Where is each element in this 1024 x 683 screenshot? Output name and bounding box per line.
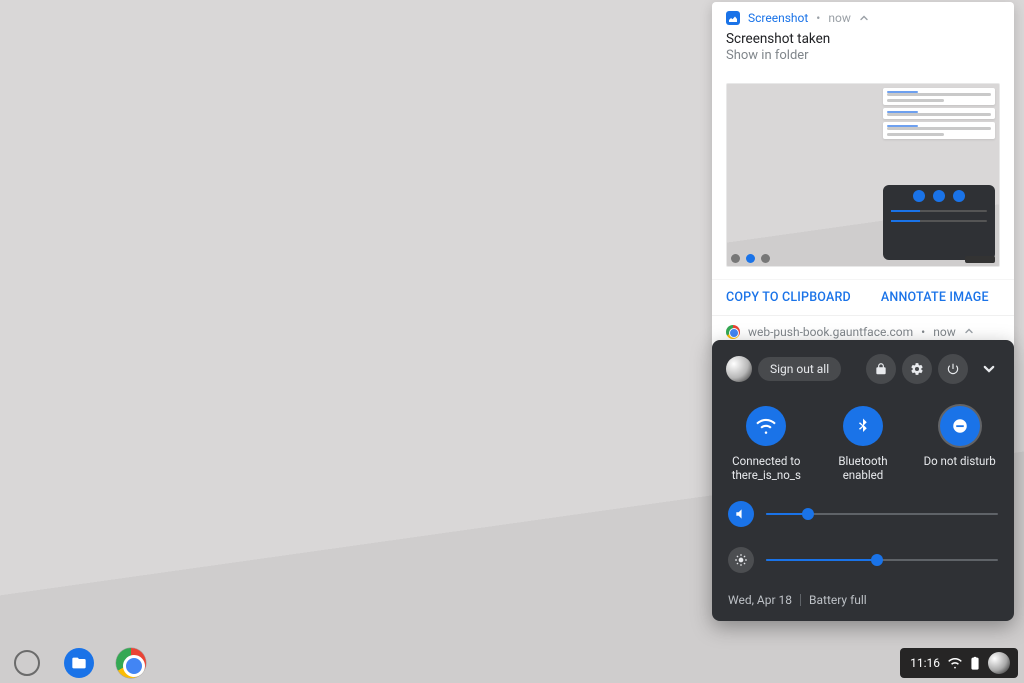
- files-icon: [64, 648, 94, 678]
- volume-slider[interactable]: [766, 513, 998, 515]
- files-app-button[interactable]: [64, 648, 94, 678]
- brightness-icon-button[interactable]: [728, 547, 754, 573]
- power-icon: [946, 362, 960, 376]
- copy-to-clipboard-button[interactable]: COPY TO CLIPBOARD: [726, 290, 851, 305]
- wifi-tile[interactable]: Connected to there_is_no_s: [721, 406, 811, 483]
- chrome-app-button[interactable]: [116, 648, 146, 678]
- chevron-up-icon[interactable]: [859, 13, 869, 23]
- chrome-icon: [116, 648, 146, 678]
- chevron-up-icon[interactable]: [964, 325, 974, 339]
- notification-actions: COPY TO CLIPBOARD ANNOTATE IMAGE: [712, 279, 1014, 315]
- system-tray[interactable]: 11:16: [900, 648, 1018, 678]
- shelf: 11:16: [0, 643, 1024, 683]
- wifi-subtitle: there_is_no_s: [732, 468, 801, 482]
- separator-dot: •: [816, 11, 820, 25]
- brightness-icon: [734, 553, 748, 567]
- screenshot-preview-thumbnail[interactable]: [726, 83, 1000, 267]
- dnd-title: Do not disturb: [924, 454, 996, 468]
- clock-label: 11:16: [910, 656, 940, 670]
- lock-button[interactable]: [866, 354, 896, 384]
- notification-header[interactable]: Screenshot • now: [712, 2, 1014, 29]
- bluetooth-title: Bluetooth: [838, 454, 887, 468]
- notification-timestamp: now: [933, 325, 956, 339]
- bluetooth-icon: [854, 417, 872, 435]
- image-app-icon: [726, 11, 740, 25]
- notification-body[interactable]: Screenshot taken Show in folder: [712, 29, 1014, 73]
- settings-button[interactable]: [902, 354, 932, 384]
- user-avatar[interactable]: [726, 356, 752, 382]
- quick-settings-tiles: Connected to there_is_no_s Bluetooth ena…: [712, 392, 1014, 491]
- launcher-circle-icon: [14, 650, 40, 676]
- gear-icon: [910, 362, 924, 376]
- brightness-slider-row: [712, 537, 1014, 583]
- notification-title: Screenshot taken: [726, 31, 1000, 47]
- date-label: Wed, Apr 18: [728, 593, 792, 607]
- wifi-tray-icon: [948, 656, 962, 670]
- chevron-down-icon: [982, 362, 996, 376]
- shelf-left: [6, 648, 146, 678]
- quick-settings-footer: Wed, Apr 18 Battery full: [712, 583, 1014, 621]
- notification-subtitle: Show in folder: [726, 48, 1000, 63]
- do-not-disturb-icon: [951, 417, 969, 435]
- notification-source: web-push-book.gauntface.com: [748, 325, 913, 339]
- volume-icon-button[interactable]: [728, 501, 754, 527]
- do-not-disturb-tile[interactable]: Do not disturb: [915, 406, 1005, 483]
- quick-settings-top-row: Sign out all: [712, 340, 1014, 392]
- tray-avatar: [988, 652, 1010, 674]
- bluetooth-tile[interactable]: Bluetooth enabled: [818, 406, 908, 483]
- quick-settings-panel: Sign out all Connected to there_is_no_s: [712, 340, 1014, 621]
- annotate-image-button[interactable]: ANNOTATE IMAGE: [881, 290, 989, 305]
- sign-out-button[interactable]: Sign out all: [758, 357, 841, 381]
- wifi-title: Connected to: [732, 454, 800, 468]
- bluetooth-subtitle: enabled: [838, 468, 887, 482]
- brightness-slider[interactable]: [766, 559, 998, 561]
- lock-icon: [874, 362, 888, 376]
- chrome-icon: [726, 325, 740, 339]
- expand-button[interactable]: [974, 354, 1004, 384]
- battery-status-label: Battery full: [809, 593, 867, 607]
- vertical-divider: [800, 594, 801, 606]
- notification-timestamp: now: [828, 11, 851, 25]
- battery-tray-icon: [970, 656, 980, 670]
- screenshot-notification: Screenshot • now Screenshot taken Show i…: [712, 2, 1014, 349]
- separator-dot: •: [921, 325, 925, 339]
- power-button[interactable]: [938, 354, 968, 384]
- notification-app-name: Screenshot: [748, 11, 808, 25]
- volume-slider-row: [712, 491, 1014, 537]
- volume-icon: [734, 507, 748, 521]
- launcher-button[interactable]: [12, 648, 42, 678]
- wifi-icon: [756, 416, 776, 436]
